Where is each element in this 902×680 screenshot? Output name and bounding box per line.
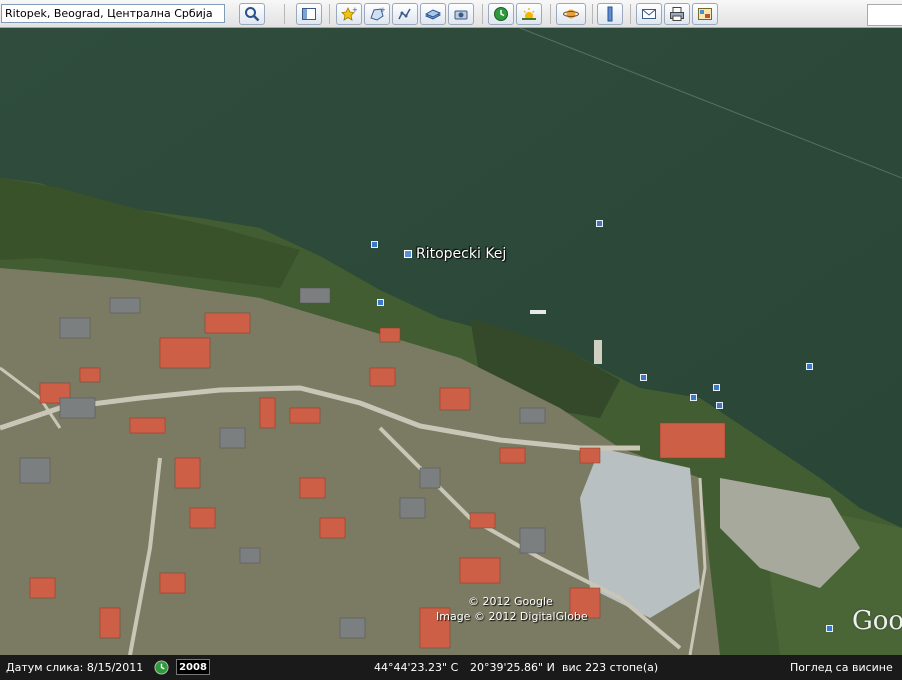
planet-icon: [563, 9, 579, 19]
toolbar-separator: [329, 4, 330, 24]
add-image-overlay-button[interactable]: [420, 3, 446, 25]
sidebar-icon: [302, 8, 316, 20]
add-placemark-button[interactable]: +: [336, 3, 362, 25]
search-icon: [245, 7, 260, 22]
map-view[interactable]: Ritopecki Kej © 2012 Google Image © 2012…: [0, 28, 902, 655]
toolbar-separator: [550, 4, 551, 24]
svg-text:+: +: [380, 6, 385, 14]
toolbar-separator: [630, 4, 631, 24]
polygon-add-icon: +: [370, 6, 385, 21]
search-input[interactable]: [1, 4, 225, 23]
image-overlay-icon: [425, 9, 441, 20]
view-in-maps-button[interactable]: [692, 3, 718, 25]
history-clock-icon[interactable]: [154, 660, 169, 675]
status-bar: Датум слика: 8/15/2011 2008 44°44'23.23"…: [0, 655, 902, 680]
imagery-date: Датум слика: 8/15/2011: [6, 661, 144, 674]
placemark-add-icon: +: [341, 6, 357, 21]
photo-pin-icon[interactable]: [716, 402, 723, 409]
clock-icon: [494, 7, 508, 21]
map-icon: [698, 8, 712, 20]
toolbar: + +: [0, 0, 902, 28]
add-polygon-button[interactable]: +: [364, 3, 390, 25]
latitude-readout: 44°44'23.23" С: [374, 661, 459, 674]
ruler-icon: [607, 6, 613, 22]
photo-pin-icon[interactable]: [596, 220, 603, 227]
photo-pin-icon[interactable]: [377, 299, 384, 306]
longitude-readout: 20°39'25.86" И: [470, 661, 555, 674]
google-logo: Goo: [852, 606, 902, 636]
add-path-button[interactable]: [392, 3, 418, 25]
historical-imagery-button[interactable]: [488, 3, 514, 25]
toolbar-separator: [482, 4, 483, 24]
path-add-icon: [398, 8, 411, 20]
placemark-label[interactable]: Ritopecki Kej: [416, 246, 506, 262]
email-icon: [642, 9, 656, 19]
sunlight-button[interactable]: [516, 3, 542, 25]
elevation-readout: вис 223 стопе(а): [562, 661, 659, 674]
sun-icon: [522, 8, 536, 20]
photo-pin-icon[interactable]: [690, 394, 697, 401]
photo-pin-icon[interactable]: [826, 625, 833, 632]
ruler-button[interactable]: [597, 3, 623, 25]
photo-pin-icon[interactable]: [806, 363, 813, 370]
photo-pin-icon[interactable]: [713, 384, 720, 391]
sidebar-toggle-button[interactable]: [296, 3, 322, 25]
svg-text:+: +: [352, 6, 357, 14]
print-button[interactable]: [664, 3, 690, 25]
imagery-year-badge[interactable]: 2008: [176, 659, 210, 675]
copyright-imagery: Image © 2012 DigitalGlobe: [436, 610, 588, 623]
switch-sky-button[interactable]: [556, 3, 586, 25]
toolbar-separator: [284, 4, 285, 24]
toolbar-overflow[interactable]: [867, 4, 902, 26]
email-button[interactable]: [636, 3, 662, 25]
satellite-imagery: [0, 28, 902, 655]
search-button[interactable]: [239, 3, 265, 25]
eye-altitude-readout: Поглед са висине: [790, 661, 893, 674]
print-icon: [670, 7, 684, 21]
copyright-google: © 2012 Google: [468, 595, 553, 608]
photo-pin-icon[interactable]: [371, 241, 378, 248]
placemark-icon[interactable]: [404, 250, 412, 258]
camera-icon: [454, 10, 468, 20]
toolbar-separator: [592, 4, 593, 24]
photo-pin-icon[interactable]: [640, 374, 647, 381]
record-tour-button[interactable]: [448, 3, 474, 25]
